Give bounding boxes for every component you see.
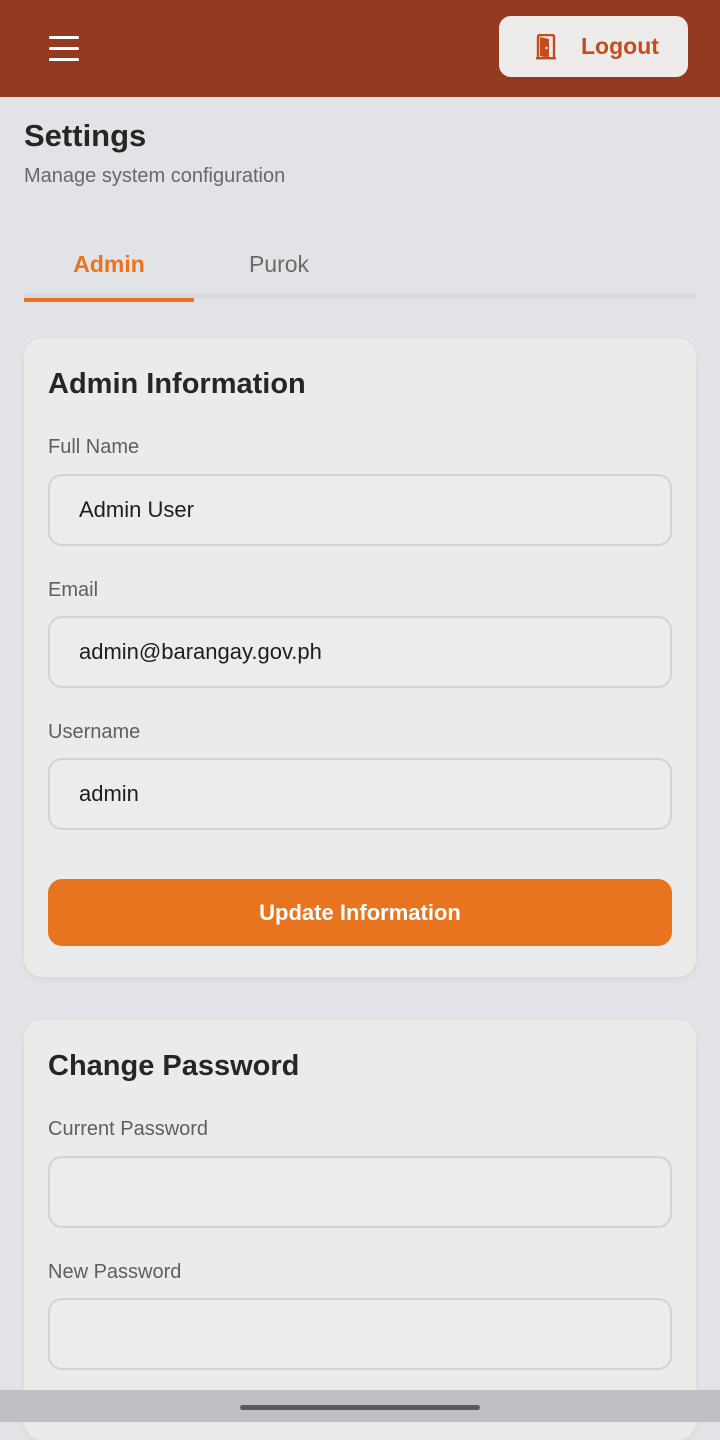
admin-information-card: Admin Information Full Name Email Userna… [24,338,696,977]
settings-tabs: Admin Purok [24,230,696,302]
page-subtitle: Manage system configuration [24,165,286,187]
admin-information-title: Admin Information [48,368,306,400]
door-icon [536,33,556,59]
top-app-bar: Logout [0,0,720,97]
home-gesture-handle[interactable] [240,1405,480,1410]
menu-button[interactable] [40,28,88,68]
new-password-input[interactable] [48,1298,672,1370]
logout-button[interactable]: Logout [499,16,688,77]
email-label: Email [48,579,99,601]
email-input[interactable] [48,616,672,688]
username-input[interactable] [48,758,672,830]
current-password-input[interactable] [48,1156,672,1228]
system-navigation-bar [0,1390,720,1422]
hamburger-icon [49,35,79,39]
full-name-input[interactable] [48,474,672,546]
change-password-card: Change Password Current Password New Pas… [24,1020,696,1440]
tab-purok[interactable]: Purok [194,230,364,298]
full-name-label: Full Name [48,436,140,458]
change-password-title: Change Password [48,1050,300,1082]
username-label: Username [48,721,141,743]
page-title: Settings [24,118,147,153]
tab-admin[interactable]: Admin [24,230,194,302]
new-password-label: New Password [48,1261,182,1283]
update-information-button[interactable]: Update Information [48,879,672,946]
logout-label: Logout [581,33,659,59]
current-password-label: Current Password [48,1118,209,1140]
